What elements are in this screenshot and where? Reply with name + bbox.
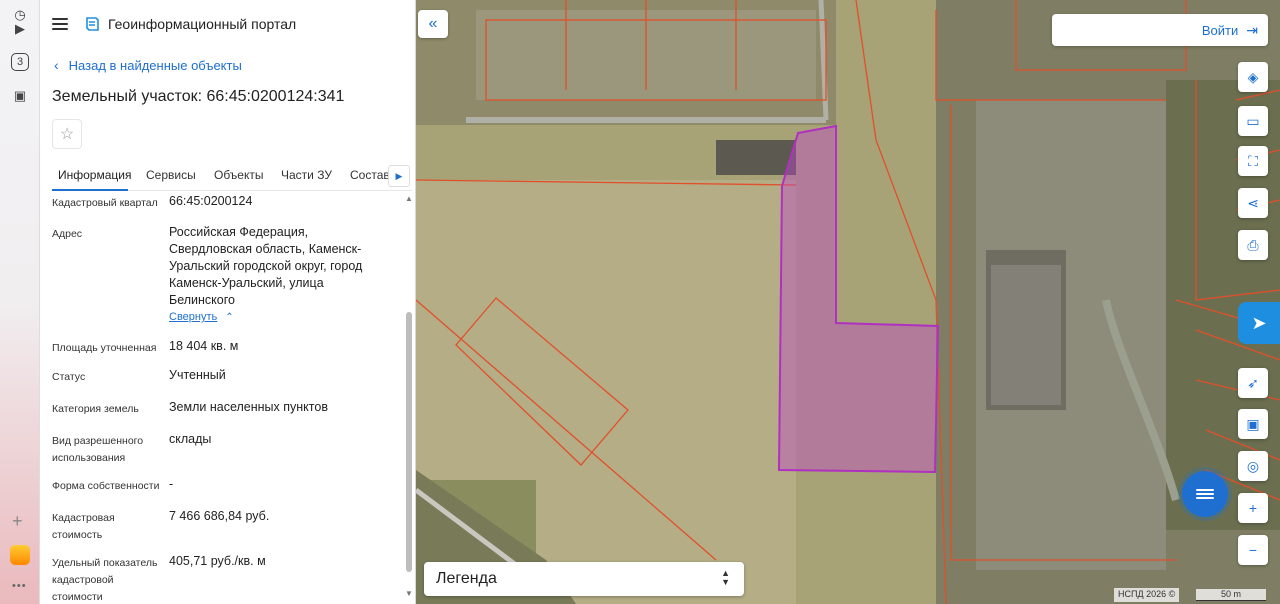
login-icon: ⇥ [1246,21,1258,38]
login-label: Войти [1201,22,1239,38]
field-value: 18 404 кв. м [169,339,239,353]
zoom-in-icon[interactable]: + [1238,493,1268,523]
print-icon[interactable]: ⎙ [1238,230,1268,260]
legend-dropdown[interactable]: Легенда ▲ ▼ [424,562,744,596]
field-value: 405,71 руб./кв. м [169,554,266,568]
collapse-label: Свернуть [169,311,218,323]
geo-search-icon[interactable]: ◎ [1238,451,1268,481]
scroll-up-icon[interactable]: ▲ [405,194,413,203]
tab-composition[interactable]: Состав [350,168,390,182]
tab-information[interactable]: Информация [58,168,131,182]
image-icon[interactable]: ▣ [9,85,31,107]
field-value: склады [169,432,212,446]
collapse-panel-icon[interactable]: « [418,10,448,38]
tab-services[interactable]: Сервисы [146,168,196,182]
menu-icon[interactable] [52,18,68,30]
field-label: Площадь уточненная [52,342,157,354]
add-icon[interactable]: + [12,511,23,532]
play-icon[interactable]: ▶ [9,18,31,40]
field-value: Земли населенных пунктов [169,400,328,414]
legend-label: Легенда [436,570,497,587]
tab-parts[interactable]: Части ЗУ [281,168,332,182]
expand-icon: ▲ ▼ [721,568,730,587]
satellite-map [416,0,1280,604]
assistant-icon[interactable]: ➤ [1238,302,1280,344]
field-value: 66:45:0200124 [169,194,253,208]
tabs-scroll-right-icon[interactable]: ▶ [388,165,410,187]
panel-header: Геоинформационный портал [52,12,296,36]
page-title: Земельный участок: 66:45:0200124:341 [52,88,345,105]
scroll-down-icon[interactable]: ▼ [405,589,413,598]
chevron-left-icon: ‹ [54,57,59,73]
field-value: Учтенный [169,368,226,382]
ruler-icon[interactable]: ▭ [1238,106,1268,136]
minimap-icon[interactable]: ▣ [1238,409,1268,439]
zoom-out-icon[interactable]: − [1238,535,1268,565]
share-icon[interactable]: ⋖ [1238,188,1268,218]
tab-objects[interactable]: Объекты [214,168,264,182]
back-link[interactable]: ‹ Назад в найденные объекты [54,57,242,73]
system-sidebar: ◷ ▶ 3 ▣ + ••• [0,0,40,604]
field-label: Адрес [52,228,83,240]
scale-bar: 50 m [1196,589,1266,601]
field-value: - [169,477,174,491]
field-label: Удельный показатель кадастровой стоимост… [52,557,158,603]
map-attribution: НСПД 2026 © [1114,588,1180,602]
scrollbar-thumb[interactable] [406,312,412,572]
field-label: Вид разрешенного использования [52,435,144,464]
select-area-icon[interactable]: ⛶ [1238,146,1268,176]
scrollbar[interactable]: ▲ ▼ [404,191,414,604]
layers-icon[interactable]: ◈ [1238,62,1268,92]
chat-icon[interactable] [1182,471,1228,517]
chevron-up-icon: ⌃ [225,312,234,323]
number-icon[interactable]: 3 [11,53,29,71]
tabs-bar: Информация Сервисы Объекты Части ЗУ Сост… [52,160,412,191]
number-badge: 3 [16,56,24,68]
field-value: 7 466 686,84 руб. [169,509,270,523]
field-label: Кадастровая стоимость [52,512,115,541]
field-label: Форма собственности [52,480,160,492]
more-icon[interactable]: ••• [12,580,27,592]
field-label: Категория земель [52,403,139,415]
login-button[interactable]: Войти ⇥ [1052,14,1268,46]
app-icon[interactable] [10,545,30,565]
field-label: Статус [52,371,86,383]
info-panel: Геоинформационный портал ‹ Назад в найде… [40,0,416,604]
map-view[interactable]: « Войти ⇥ ◈ ▭ ⛶ ⋖ ⎙ ➤ ➶ ▣ ◎ + − Легенда … [416,0,1280,604]
field-label: Кадастровый квартал [52,197,158,209]
field-value: Российская Федерация, Свердловская облас… [169,225,363,307]
collapse-link[interactable]: Свернуть ⌃ [169,311,234,323]
info-list: Кадастровый квартал 66:45:0200124 Адрес … [40,191,416,604]
locate-icon[interactable]: ➶ [1238,368,1268,398]
portal-logo-icon [86,17,99,31]
app-title: Геоинформационный портал [108,16,297,32]
back-link-label: Назад в найденные объекты [68,57,242,73]
favorite-star-icon[interactable]: ☆ [52,119,82,149]
